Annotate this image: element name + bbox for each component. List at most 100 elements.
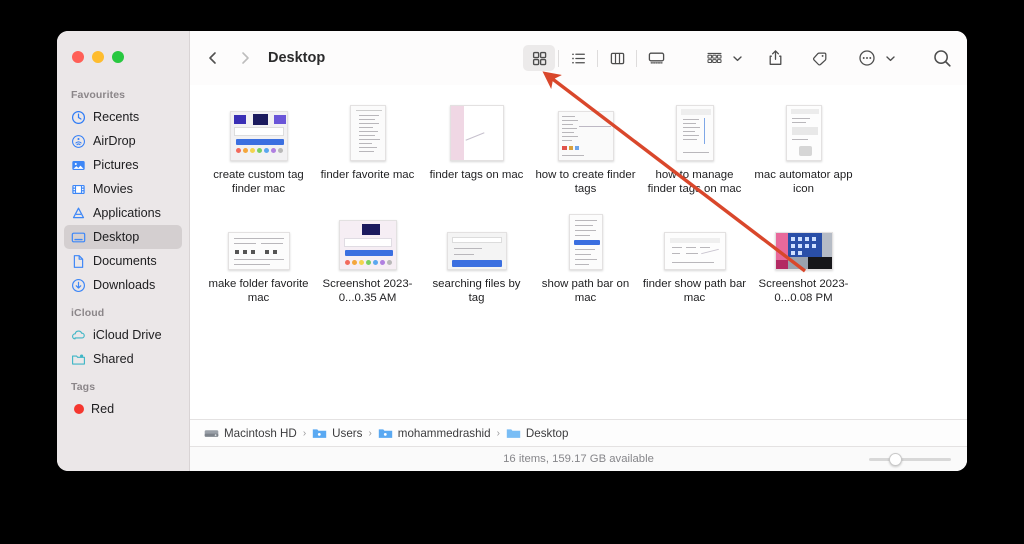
sidebar-item-documents[interactable]: Documents (64, 249, 182, 273)
file-thumbnail (568, 214, 603, 270)
sidebar-item-tag-red[interactable]: Red (64, 397, 182, 421)
sidebar-item-label: AirDrop (93, 134, 136, 148)
view-mode-group (523, 45, 672, 71)
maximize-button[interactable] (112, 51, 124, 63)
file-name: how to create finder tags (535, 169, 636, 195)
tag-icon (812, 51, 826, 66)
breadcrumb-item-macintosh-hd[interactable]: Macintosh HD (204, 427, 297, 440)
icon-view-button[interactable] (523, 45, 555, 71)
file-grid: create custom tag finder mac finder favo… (190, 85, 967, 419)
sidebar-item-label: Shared (93, 352, 134, 366)
forward-button[interactable] (232, 45, 258, 71)
breadcrumb-item-users[interactable]: Users (312, 427, 362, 440)
breadcrumb-label: Desktop (525, 426, 569, 440)
columns-icon (610, 52, 624, 64)
chevron-left-icon (209, 52, 216, 64)
sidebar-item-pictures[interactable]: Pictures (64, 153, 182, 177)
file-item[interactable]: show path bar on mac (531, 204, 640, 313)
sidebar-item-downloads[interactable]: Downloads (64, 273, 182, 297)
file-name: finder tags on mac (429, 169, 524, 181)
breadcrumb-label: Macintosh HD (224, 426, 297, 440)
main-pane: Desktop create custom tag finder mac fin… (190, 31, 967, 471)
file-thumbnail (338, 220, 397, 270)
group-dropdown-chevron[interactable] (732, 53, 743, 64)
sidebar-item-label: Downloads (93, 278, 156, 292)
movies-icon (72, 184, 85, 194)
more-button[interactable] (851, 45, 883, 71)
file-thumbnail (557, 111, 614, 161)
list-view-button[interactable] (562, 45, 594, 71)
thumbnail-wrap (338, 208, 397, 270)
sidebar-section-icloud-label: iCloud (71, 307, 105, 319)
file-thumbnail (663, 232, 726, 270)
file-item[interactable]: Screenshot 2023-0...0.08 PM (749, 204, 858, 313)
desktop-icon (71, 232, 86, 242)
file-name: Screenshot 2023-0...0.35 AM (322, 278, 413, 304)
column-view-button[interactable] (601, 45, 633, 71)
thumbnail-wrap (227, 208, 290, 270)
harddisk-icon (204, 429, 219, 437)
sidebar-item-label: Movies (93, 182, 133, 196)
toolbar-actions (698, 45, 896, 71)
sidebar-item-airdrop[interactable]: AirDrop (64, 129, 182, 153)
gallery-view-button[interactable] (640, 45, 672, 71)
file-item[interactable]: searching files by tag (422, 204, 531, 313)
ellipsis-circle-icon (859, 50, 875, 66)
thumbnail-wrap (557, 99, 614, 161)
file-item[interactable]: how to create finder tags (531, 95, 640, 204)
gallery-icon (648, 52, 664, 64)
status-text: 16 items, 159.17 GB available (503, 453, 654, 465)
share-button[interactable] (759, 45, 791, 71)
thumbnail-wrap (449, 99, 504, 161)
file-name: how to manage finder tags on mac (647, 169, 742, 195)
sidebar-section-tags-label: Tags (71, 381, 96, 393)
file-name: Screenshot 2023-0...0.08 PM (758, 278, 849, 304)
back-button[interactable] (200, 45, 226, 71)
breadcrumb-separator: › (302, 427, 307, 439)
file-item[interactable]: create custom tag finder mac (204, 95, 313, 204)
group-icon (706, 52, 722, 63)
file-thumbnail (449, 105, 504, 161)
tags-button[interactable] (805, 45, 837, 71)
file-item[interactable]: Screenshot 2023-0...0.35 AM (313, 204, 422, 313)
status-bar: 16 items, 159.17 GB available (190, 446, 967, 471)
page-title: Desktop (268, 50, 326, 66)
chevron-down-icon (733, 55, 742, 61)
breadcrumb-item-mohammedrashid[interactable]: mohammedrashid (378, 427, 491, 440)
airdrop-icon (72, 134, 85, 148)
icon-size-slider[interactable] (869, 452, 951, 466)
pictures-icon (72, 160, 85, 170)
sidebar-item-label: Desktop (93, 230, 140, 244)
file-item[interactable]: mac automator app icon (749, 95, 858, 204)
document-icon (73, 254, 84, 268)
file-name: finder show path bar mac (642, 278, 747, 304)
applications-icon (72, 207, 85, 218)
file-item[interactable]: finder show path bar mac (640, 204, 749, 313)
breadcrumb-item-desktop[interactable]: Desktop (506, 426, 569, 440)
toolbar: Desktop (190, 31, 967, 85)
sidebar-item-recents[interactable]: Recents (64, 105, 182, 129)
share-icon (769, 50, 781, 65)
file-name: show path bar on mac (541, 278, 630, 304)
sidebar-item-shared[interactable]: Shared (64, 347, 182, 371)
sidebar-item-applications[interactable]: Applications (64, 201, 182, 225)
more-dropdown-chevron[interactable] (885, 53, 896, 64)
sidebar-item-movies[interactable]: Movies (64, 177, 182, 201)
slider-knob[interactable] (889, 452, 902, 466)
sidebar-item-label: Recents (93, 110, 140, 124)
search-button[interactable] (932, 48, 953, 69)
close-button[interactable] (72, 51, 84, 63)
sidebar-item-desktop[interactable]: Desktop (64, 225, 182, 249)
grid-icon (532, 51, 546, 65)
file-item[interactable]: finder tags on mac (422, 95, 531, 204)
downloads-icon (72, 278, 85, 292)
sidebar-item-icloud-drive[interactable]: iCloud Drive (64, 323, 182, 347)
file-item[interactable]: make folder favorite mac (204, 204, 313, 313)
file-item[interactable]: finder favorite mac (313, 95, 422, 204)
minimize-button[interactable] (92, 51, 104, 63)
thumbnail-wrap (349, 99, 386, 161)
shared-folder-icon (72, 353, 85, 365)
file-item[interactable]: how to manage finder tags on mac (640, 95, 749, 204)
group-items-button[interactable] (698, 45, 730, 71)
file-name: create custom tag finder mac (213, 169, 304, 195)
